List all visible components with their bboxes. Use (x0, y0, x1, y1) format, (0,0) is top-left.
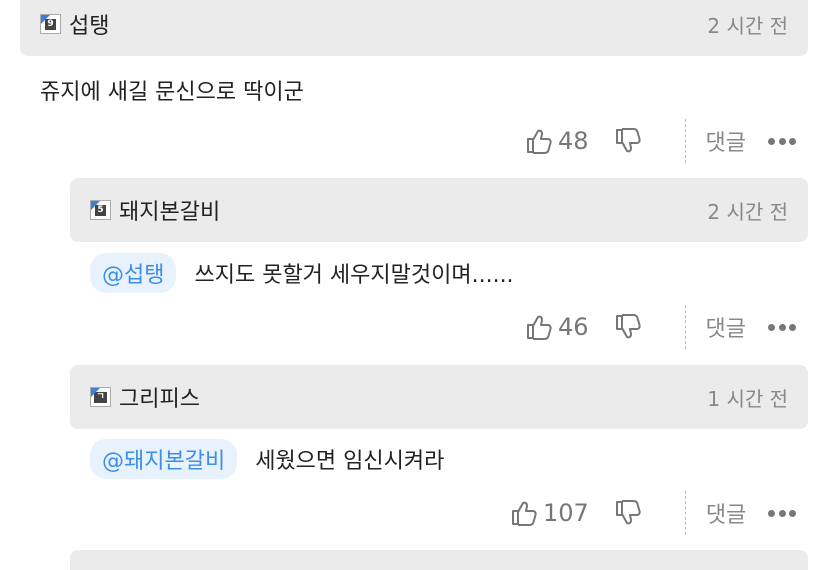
comment-header: 5 돼지본갈비 2 시간 전 (70, 178, 808, 242)
thumbs-down-icon[interactable] (613, 312, 643, 342)
thumbs-down-icon[interactable] (613, 126, 643, 156)
thumbs-up-icon[interactable] (524, 126, 554, 156)
comment-actions: 46 댓글 (524, 305, 797, 349)
like-count: 46 (558, 313, 589, 341)
comment-text: 쥬지에 새길 문신으로 딱이군 (40, 80, 304, 105)
divider (684, 119, 686, 163)
more-dots-icon[interactable] (768, 323, 797, 331)
like-count: 48 (558, 127, 589, 155)
more-dots-icon[interactable] (768, 509, 797, 517)
like-count: 107 (543, 499, 589, 527)
divider (684, 305, 686, 349)
mention-tag[interactable]: @섭탱 (90, 253, 177, 293)
mention-tag[interactable]: @돼지본갈비 (90, 439, 238, 479)
username[interactable]: 돼지본갈비 (119, 194, 220, 226)
level-badge-icon: ㄱ (90, 387, 111, 407)
thumbs-up-icon[interactable] (524, 312, 554, 342)
comment-actions: 48 댓글 (524, 119, 797, 163)
username[interactable]: 섭탱 (69, 8, 109, 40)
reply-button[interactable]: 댓글 (706, 125, 746, 157)
comment-header: ㄱ 그리피스 1 시간 전 (70, 365, 808, 429)
level-badge-icon: 9 (40, 14, 61, 34)
comment-text: @섭탱 쓰지도 못할거 세우지말것이며...... (90, 253, 514, 293)
level-badge-icon: 5 (90, 200, 111, 220)
more-dots-icon[interactable] (768, 137, 797, 145)
reply-button[interactable]: 댓글 (706, 311, 746, 343)
next-comment-header (70, 550, 808, 570)
comment-header: 9 섭탱 2 시간 전 (20, 0, 808, 56)
timestamp: 2 시간 전 (707, 199, 788, 224)
timestamp: 2 시간 전 (707, 13, 788, 38)
thumbs-down-icon[interactable] (613, 498, 643, 528)
comment-actions: 107 댓글 (509, 491, 797, 535)
reply-button[interactable]: 댓글 (706, 497, 746, 529)
comment-text: @돼지본갈비 세웠으면 임신시켜라 (90, 439, 444, 479)
username[interactable]: 그리피스 (119, 381, 200, 413)
divider (684, 491, 686, 535)
thumbs-up-icon[interactable] (509, 498, 539, 528)
timestamp: 1 시간 전 (707, 386, 788, 411)
